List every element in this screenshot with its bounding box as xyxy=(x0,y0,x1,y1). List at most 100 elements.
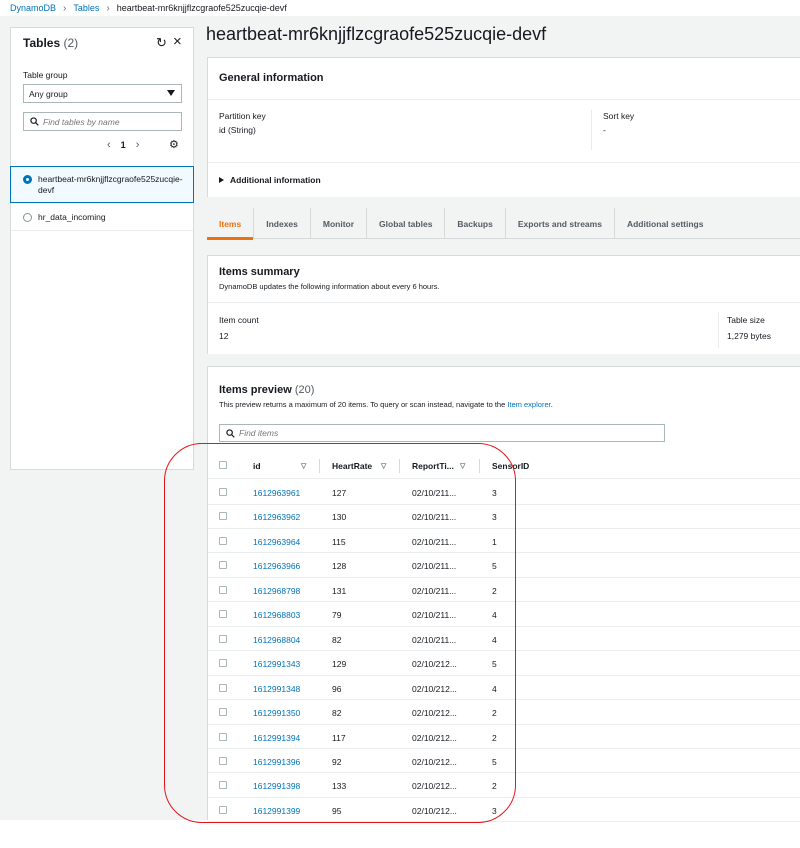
heartrate-cell: 92 xyxy=(332,756,342,767)
row-checkbox[interactable] xyxy=(219,683,227,692)
breadcrumb-tables[interactable]: Tables xyxy=(73,3,99,13)
sort-down-icon[interactable]: ▽ xyxy=(460,462,465,470)
row-checkbox[interactable] xyxy=(219,536,227,545)
column-separator[interactable] xyxy=(479,459,480,473)
row-checkbox[interactable] xyxy=(219,610,227,619)
tab-indexes[interactable]: Indexes xyxy=(254,208,311,239)
tab-items[interactable]: Items xyxy=(207,208,255,240)
item-id-link[interactable]: 1612968804 xyxy=(253,635,300,645)
find-items-field[interactable] xyxy=(219,424,665,442)
table-row[interactable]: 1612991348 96 02/10/212... 4 xyxy=(208,676,800,701)
row-checkbox[interactable] xyxy=(219,659,227,668)
chevron-left-icon[interactable]: ‹ xyxy=(107,139,111,151)
heartrate-cell: 96 xyxy=(332,683,342,694)
items-table-header: id ▽ HeartRate ▽ ReportTi... ▽ SensorID xyxy=(208,453,800,479)
item-explorer-link[interactable]: Item explorer xyxy=(507,400,550,409)
item-id-link[interactable]: 1612991396 xyxy=(253,757,300,767)
table-row[interactable]: 1612968798 131 02/10/211... 2 xyxy=(208,578,800,603)
close-icon[interactable]: × xyxy=(173,33,182,50)
breadcrumb-dynamodb[interactable]: DynamoDB xyxy=(10,3,56,13)
item-id-link[interactable]: 1612991348 xyxy=(253,684,300,694)
radio-unselected[interactable] xyxy=(23,213,32,222)
item-id-link[interactable]: 1612963961 xyxy=(253,488,300,498)
row-checkbox[interactable] xyxy=(219,781,227,790)
row-checkbox[interactable] xyxy=(219,512,227,521)
row-checkbox[interactable] xyxy=(219,756,227,765)
item-id-link[interactable]: 1612963966 xyxy=(253,561,300,571)
table-row[interactable]: 1612991396 92 02/10/212... 5 xyxy=(208,749,800,774)
table-row[interactable]: 1612963961 127 02/10/211... 3 xyxy=(208,480,800,505)
item-id-link[interactable]: 1612968803 xyxy=(253,610,300,620)
reporttime-cell: 02/10/212... xyxy=(412,683,457,694)
tab-global-tables[interactable]: Global tables xyxy=(367,208,446,239)
table-tabs: Items Indexes Monitor Global tables Back… xyxy=(207,208,800,240)
search-icon xyxy=(30,117,39,126)
additional-information-toggle[interactable]: Additional information xyxy=(219,175,321,185)
column-header-heartrate[interactable]: HeartRate ▽ xyxy=(332,461,386,471)
items-preview-count: (20) xyxy=(294,384,315,396)
table-search-field[interactable] xyxy=(23,112,182,131)
row-checkbox[interactable] xyxy=(219,708,227,717)
table-row[interactable]: 1612963962 130 02/10/211... 3 xyxy=(208,504,800,529)
column-header-id-label: id xyxy=(253,461,261,471)
page-title: heartbeat-mr6knjjflzcgraofe525zucqie-dev… xyxy=(206,24,547,44)
table-row[interactable]: 1612991350 82 02/10/212... 2 xyxy=(208,700,800,725)
general-information-heading: General information xyxy=(219,72,324,84)
tab-exports-and-streams[interactable]: Exports and streams xyxy=(506,208,615,239)
select-all-checkbox[interactable] xyxy=(219,461,227,469)
breadcrumb: DynamoDB › Tables › heartbeat-mr6knjjflz… xyxy=(10,2,287,14)
item-id-link[interactable]: 1612963962 xyxy=(253,512,300,522)
table-row[interactable]: 1612963966 128 02/10/211... 5 xyxy=(208,553,800,578)
find-items-input[interactable] xyxy=(239,428,639,438)
column-separator[interactable] xyxy=(319,459,320,473)
sort-down-icon[interactable]: ▽ xyxy=(381,462,386,470)
additional-information-label: Additional information xyxy=(230,175,321,185)
row-checkbox[interactable] xyxy=(219,805,227,814)
heartrate-cell: 127 xyxy=(332,488,347,498)
partition-key-label: Partition key xyxy=(219,111,266,121)
column-header-id[interactable]: id ▽ xyxy=(253,461,306,471)
item-id-link[interactable]: 1612991394 xyxy=(253,733,300,743)
gear-icon[interactable]: ⚙ xyxy=(169,138,179,151)
item-id-link[interactable]: 1612991343 xyxy=(253,659,300,669)
sort-down-icon[interactable]: ▽ xyxy=(301,462,306,470)
table-row[interactable]: 1612991343 129 02/10/212... 5 xyxy=(208,651,800,676)
table-row[interactable]: 1612991399 95 02/10/212... 3 xyxy=(208,798,800,823)
table-group-select[interactable]: Any group xyxy=(23,84,182,103)
table-row[interactable]: 1612968804 82 02/10/211... 4 xyxy=(208,627,800,652)
row-checkbox[interactable] xyxy=(219,585,227,594)
refresh-icon[interactable]: ↻ xyxy=(156,35,167,51)
sidebar-table-count: (2) xyxy=(63,36,79,50)
table-row[interactable]: 1612968803 79 02/10/211... 4 xyxy=(208,602,800,627)
item-id-link[interactable]: 1612991398 xyxy=(253,781,300,791)
item-id-link[interactable]: 1612963964 xyxy=(253,537,300,547)
column-header-reporttime[interactable]: ReportTi... ▽ xyxy=(412,461,465,471)
chevron-right-icon[interactable]: › xyxy=(136,139,140,151)
row-checkbox[interactable] xyxy=(219,732,227,741)
tab-monitor[interactable]: Monitor xyxy=(311,208,368,239)
item-id-link[interactable]: 1612968798 xyxy=(253,586,300,596)
item-id-link[interactable]: 1612991399 xyxy=(253,806,300,816)
radio-selected[interactable] xyxy=(23,175,32,184)
item-id-link[interactable]: 1612991350 xyxy=(253,708,300,718)
items-preview-description: This preview returns a maximum of 20 ite… xyxy=(219,400,553,409)
tab-additional-settings[interactable]: Additional settings xyxy=(615,208,716,239)
row-checkbox[interactable] xyxy=(219,634,227,643)
table-row[interactable]: 1612991398 133 02/10/212... 2 xyxy=(208,773,800,798)
table-search-input[interactable] xyxy=(43,116,173,127)
table-group-label: Table group xyxy=(23,70,68,80)
column-header-sensorid[interactable]: SensorID xyxy=(492,461,529,471)
sensorid-cell: 2 xyxy=(492,708,497,719)
table-row[interactable]: 1612991394 117 02/10/212... 2 xyxy=(208,725,800,749)
items-preview-heading-text: Items preview xyxy=(219,384,292,396)
sidebar-table-item[interactable]: heartbeat-mr6knjjflzcgraofe525zucqie-dev… xyxy=(10,166,194,203)
tab-backups[interactable]: Backups xyxy=(445,208,506,239)
row-checkbox[interactable] xyxy=(219,561,227,570)
column-separator[interactable] xyxy=(399,459,400,473)
table-row[interactable]: 1612963964 115 02/10/211... 1 xyxy=(208,529,800,554)
row-checkbox[interactable] xyxy=(219,488,227,496)
sensorid-cell: 2 xyxy=(492,732,497,743)
sidebar-table-item[interactable]: hr_data_incoming xyxy=(11,204,193,231)
sensorid-cell: 2 xyxy=(492,585,497,596)
current-page[interactable]: 1 xyxy=(121,140,126,150)
